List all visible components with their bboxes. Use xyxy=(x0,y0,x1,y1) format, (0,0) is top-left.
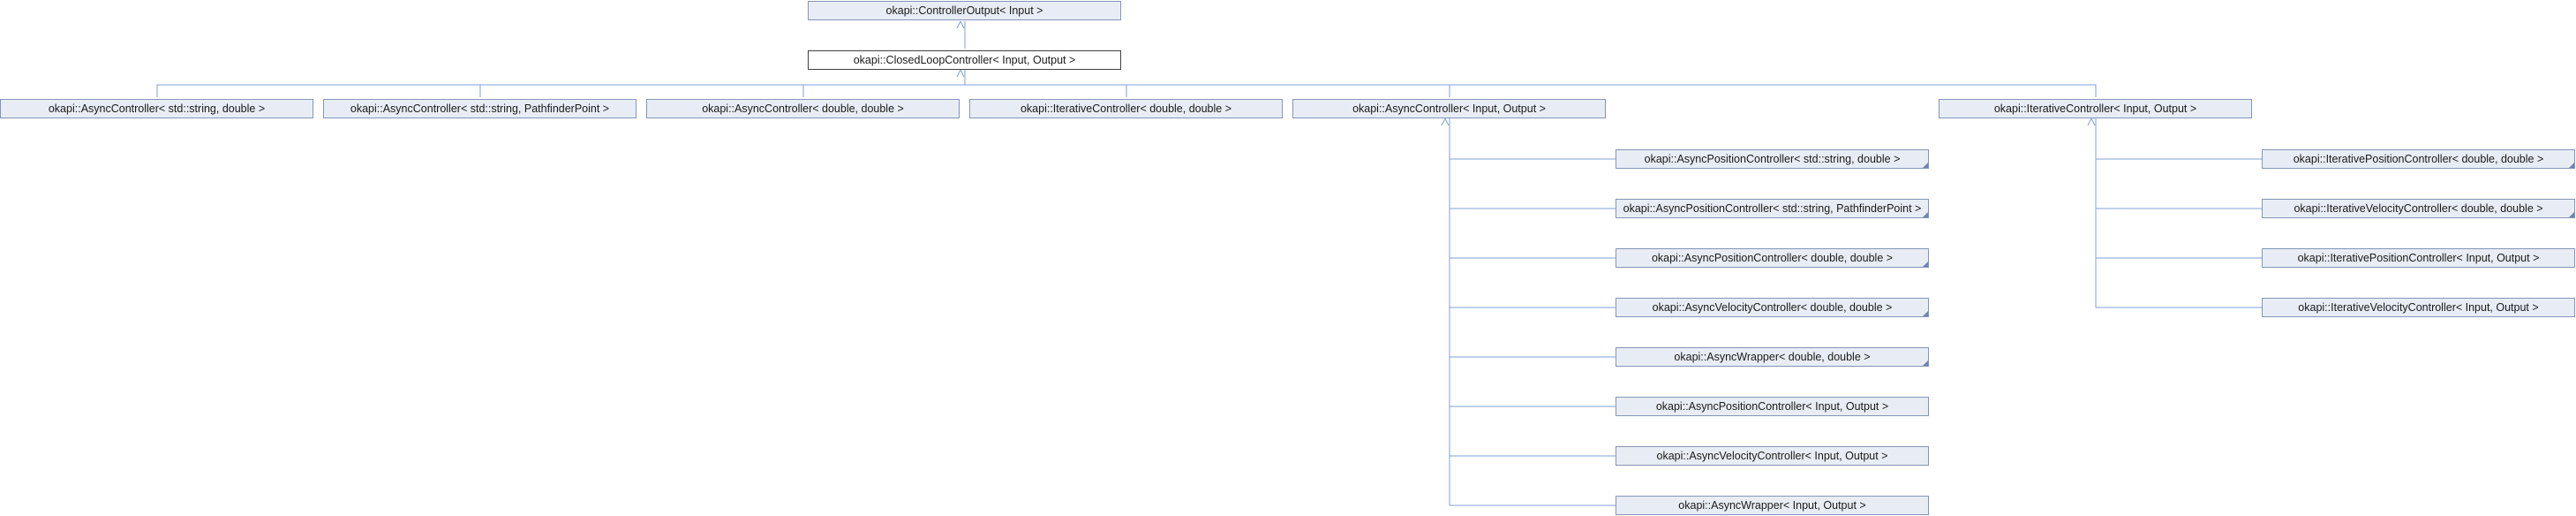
node-iterative-velocity-controller-double-double[interactable]: okapi::IterativeVelocityController< doub… xyxy=(2262,199,2575,218)
node-controller-output[interactable]: okapi::ControllerOutput< Input > xyxy=(808,1,1121,20)
node-iterative-controller-input-output[interactable]: okapi::IterativeController< Input, Outpu… xyxy=(1939,99,2252,118)
node-async-velocity-controller-double-double[interactable]: okapi::AsyncVelocityController< double, … xyxy=(1616,298,1929,317)
node-async-controller-string-pathfinder[interactable]: okapi::AsyncController< std::string, Pat… xyxy=(323,99,636,118)
node-async-position-controller-double-double[interactable]: okapi::AsyncPositionController< double, … xyxy=(1616,248,1929,268)
node-iterative-controller-double-double[interactable]: okapi::IterativeController< double, doub… xyxy=(969,99,1283,118)
node-iterative-position-controller-double-double[interactable]: okapi::IterativePositionController< doub… xyxy=(2262,149,2575,169)
node-async-controller-input-output[interactable]: okapi::AsyncController< Input, Output > xyxy=(1292,99,1606,118)
node-iterative-velocity-controller-input-output[interactable]: okapi::IterativeVelocityController< Inpu… xyxy=(2262,298,2575,317)
node-async-controller-double-double[interactable]: okapi::AsyncController< double, double > xyxy=(646,99,960,118)
node-async-position-controller-string-pathfinder[interactable]: okapi::AsyncPositionController< std::str… xyxy=(1616,199,1929,218)
node-iterative-position-controller-input-output[interactable]: okapi::IterativePositionController< Inpu… xyxy=(2262,248,2575,268)
inheritance-diagram xyxy=(156,21,2262,506)
node-async-controller-string-double[interactable]: okapi::AsyncController< std::string, dou… xyxy=(0,99,313,118)
node-async-wrapper-double-double[interactable]: okapi::AsyncWrapper< double, double > xyxy=(1616,347,1929,367)
node-async-position-controller-string-double[interactable]: okapi::AsyncPositionController< std::str… xyxy=(1616,149,1929,169)
node-async-velocity-controller-input-output[interactable]: okapi::AsyncVelocityController< Input, O… xyxy=(1616,446,1929,466)
node-closed-loop-controller: okapi::ClosedLoopController< Input, Outp… xyxy=(808,50,1121,70)
node-async-wrapper-input-output[interactable]: okapi::AsyncWrapper< Input, Output > xyxy=(1616,496,1929,515)
node-async-position-controller-input-output[interactable]: okapi::AsyncPositionController< Input, O… xyxy=(1616,397,1929,416)
